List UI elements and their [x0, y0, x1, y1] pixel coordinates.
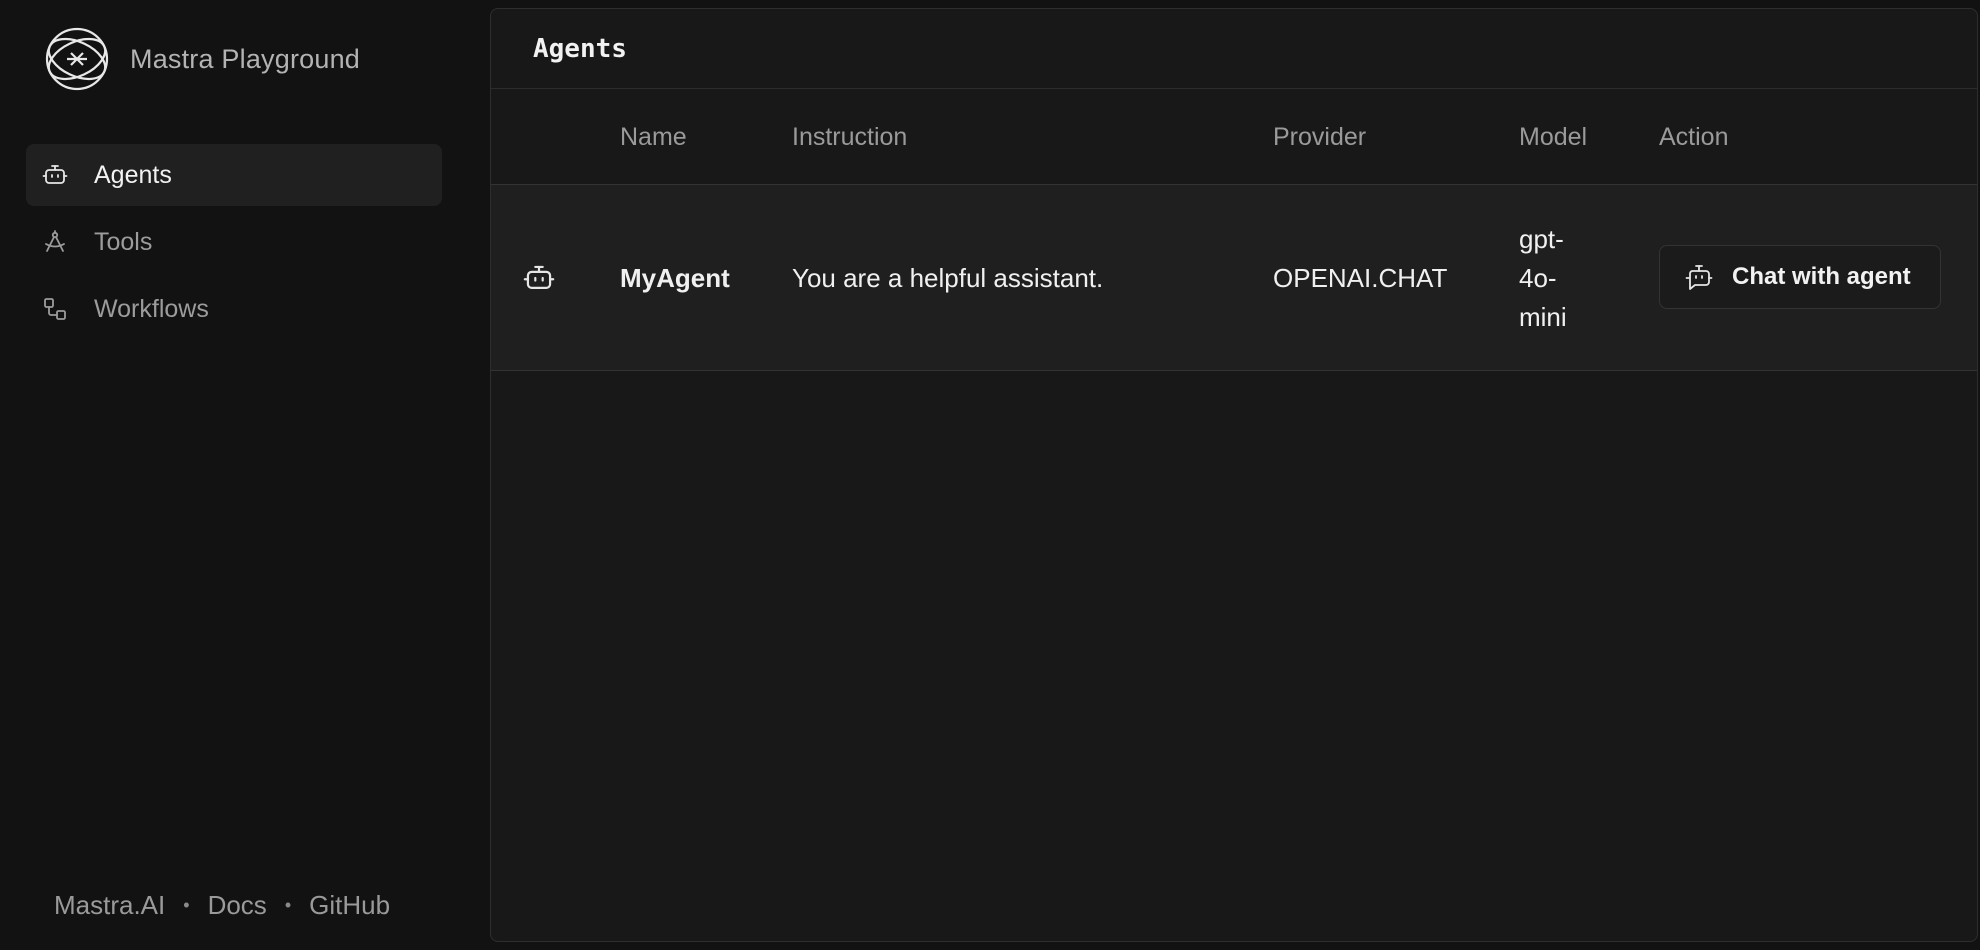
- footer-separator: •: [183, 895, 190, 915]
- app-window: Mastra Playground Agents Tools Workflows…: [0, 0, 1980, 950]
- column-header-name: Name: [620, 122, 687, 151]
- brand[interactable]: Mastra Playground: [44, 26, 360, 92]
- table-header: Name Instruction Provider Model Action: [491, 89, 1977, 185]
- column-header-instruction: Instruction: [792, 122, 908, 151]
- page-title: Agents: [533, 33, 627, 64]
- column-header-action: Action: [1659, 122, 1729, 151]
- bot-message-icon: [1685, 265, 1713, 290]
- sidebar-item-label: Workflows: [94, 294, 209, 323]
- footer-separator: •: [284, 895, 292, 915]
- column-header-provider: Provider: [1273, 122, 1367, 151]
- agents-table: Name Instruction Provider Model Action M…: [491, 89, 1977, 371]
- mastra-ai-link[interactable]: Mastra.AI: [54, 890, 165, 921]
- agent-model: gpt-4o-mini: [1519, 223, 1567, 332]
- chat-with-agent-button[interactable]: Chat with agent: [1659, 245, 1941, 309]
- brand-title: Mastra Playground: [130, 43, 361, 74]
- bot-icon: [42, 162, 68, 188]
- main-header: Agents: [491, 9, 1977, 89]
- mastra-logo-icon: [45, 27, 109, 91]
- sidebar-item-label: Agents: [94, 160, 172, 189]
- agent-provider: OPENAI.CHAT: [1273, 262, 1448, 293]
- chat-button-label: Chat with agent: [1732, 263, 1911, 290]
- docs-link[interactable]: Docs: [208, 890, 267, 921]
- column-header-model: Model: [1519, 122, 1588, 151]
- github-link[interactable]: GitHub: [309, 890, 390, 921]
- bot-icon: [523, 185, 555, 371]
- agent-name: MyAgent: [620, 262, 730, 293]
- footer-links: Mastra.AI • Docs • GitHub: [54, 890, 390, 921]
- workflow-icon: [42, 296, 68, 322]
- main-panel: Agents Name Instruction Provider Model A…: [490, 8, 1978, 942]
- sidebar: Mastra Playground Agents Tools Workflows…: [0, 0, 488, 950]
- sidebar-item-label: Tools: [94, 227, 153, 256]
- sidebar-item-agents[interactable]: Agents: [26, 144, 442, 206]
- sidebar-nav: Agents Tools Workflows: [26, 144, 442, 345]
- compass-tool-icon: [42, 229, 68, 255]
- sidebar-item-workflows[interactable]: Workflows: [26, 278, 442, 340]
- sidebar-item-tools[interactable]: Tools: [26, 211, 442, 273]
- table-row[interactable]: MyAgent You are a helpful assistant. OPE…: [491, 185, 1977, 371]
- agent-instruction: You are a helpful assistant.: [792, 262, 1104, 293]
